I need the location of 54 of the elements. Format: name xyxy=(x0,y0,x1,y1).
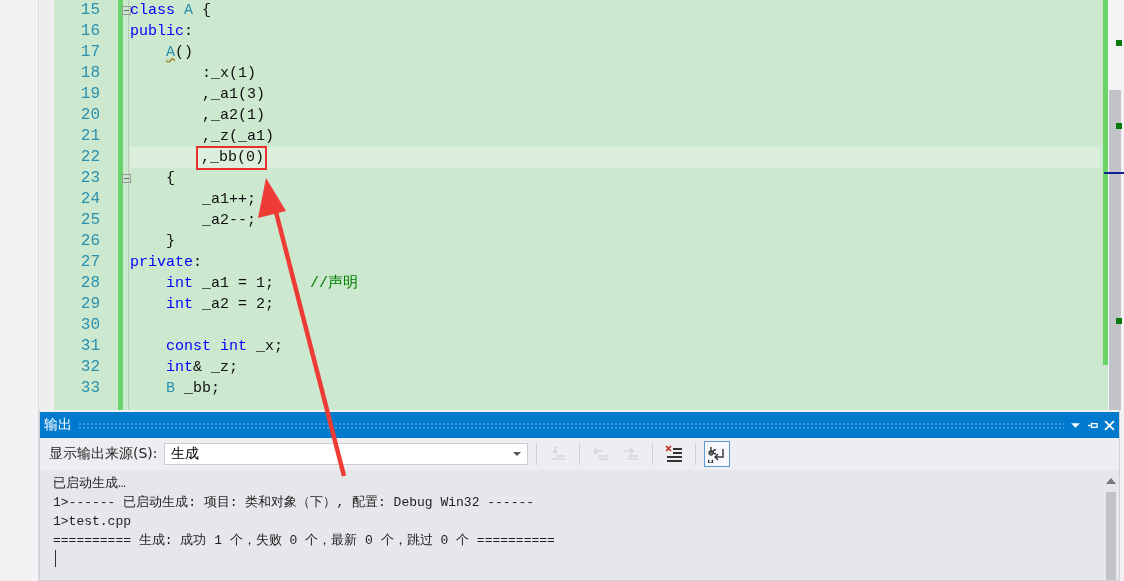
line-number: 20 xyxy=(79,105,100,126)
output-line: 1>test.cpp xyxy=(53,513,132,531)
code-line: public: xyxy=(130,22,194,42)
line-number: 28 xyxy=(79,273,100,294)
output-line: ========== 生成: 成功 1 个，失败 0 个，最新 0 个，跳过 0 个 ========== xyxy=(53,532,556,550)
line-number: 19 xyxy=(79,84,100,105)
output-line: 1>------ 已启动生成: 项目: 类和对象（下）, 配置: Debug Win32 ------ xyxy=(53,494,536,512)
code-line: ,_a1(3) xyxy=(202,85,266,105)
scroll-up-icon[interactable] xyxy=(1106,478,1116,484)
source-dropdown[interactable]: 生成 xyxy=(163,443,528,465)
word-wrap-button[interactable] xyxy=(703,441,730,467)
output-line: 已启动生成… xyxy=(53,475,127,493)
line-number: 25 xyxy=(79,210,100,231)
panel-title: 输出 xyxy=(44,416,72,434)
code-line: const int _x; xyxy=(166,337,284,357)
code-line: int& _z; xyxy=(166,358,239,378)
code-line: class A { xyxy=(130,1,212,21)
code-line: ,_z(_a1) xyxy=(202,127,275,147)
code-line: int _a1 = 1; //声明 xyxy=(166,273,359,294)
collapse-icon[interactable] xyxy=(122,6,131,15)
caret-icon xyxy=(512,452,521,456)
code-line: _a1++; xyxy=(202,190,257,210)
line-number: 27 xyxy=(79,252,100,273)
code-line: { xyxy=(166,169,176,189)
line-number: 23 xyxy=(79,168,100,189)
close-icon[interactable] xyxy=(1104,419,1115,431)
code-line: _a2--; xyxy=(202,211,257,231)
line-number: 33 xyxy=(79,378,100,399)
code-line: int _a2 = 2; xyxy=(166,295,275,315)
line-number: 24 xyxy=(79,189,100,210)
line-number: 21 xyxy=(79,126,100,147)
line-number: 31 xyxy=(79,336,100,357)
line-number: 15 xyxy=(79,0,100,21)
line-number: 26 xyxy=(79,231,100,252)
code-line: B _bb; xyxy=(166,379,221,399)
code-line: :_x(1) xyxy=(202,64,257,84)
text-cursor xyxy=(55,550,56,567)
clear-all-icon xyxy=(664,445,683,463)
left-arrow-lines-icon xyxy=(591,445,610,463)
right-arrow-lines-icon xyxy=(621,445,640,463)
source-label: 显示输出来源(S): xyxy=(49,445,158,463)
line-number: 16 xyxy=(79,21,100,42)
line-number: 30 xyxy=(79,315,100,336)
line-number: 18 xyxy=(79,63,100,84)
line-number: 32 xyxy=(79,357,100,378)
collapse-icon[interactable] xyxy=(122,174,131,183)
line-number: 22 xyxy=(79,147,100,168)
line-number: 17 xyxy=(79,42,100,63)
code-line: A() xyxy=(166,43,194,63)
code-line: ,_a2(1) xyxy=(202,106,266,126)
code-line: } xyxy=(166,232,176,252)
code-line: private: xyxy=(130,253,203,273)
line-number: 29 xyxy=(79,294,100,315)
word-wrap-icon xyxy=(707,445,726,463)
